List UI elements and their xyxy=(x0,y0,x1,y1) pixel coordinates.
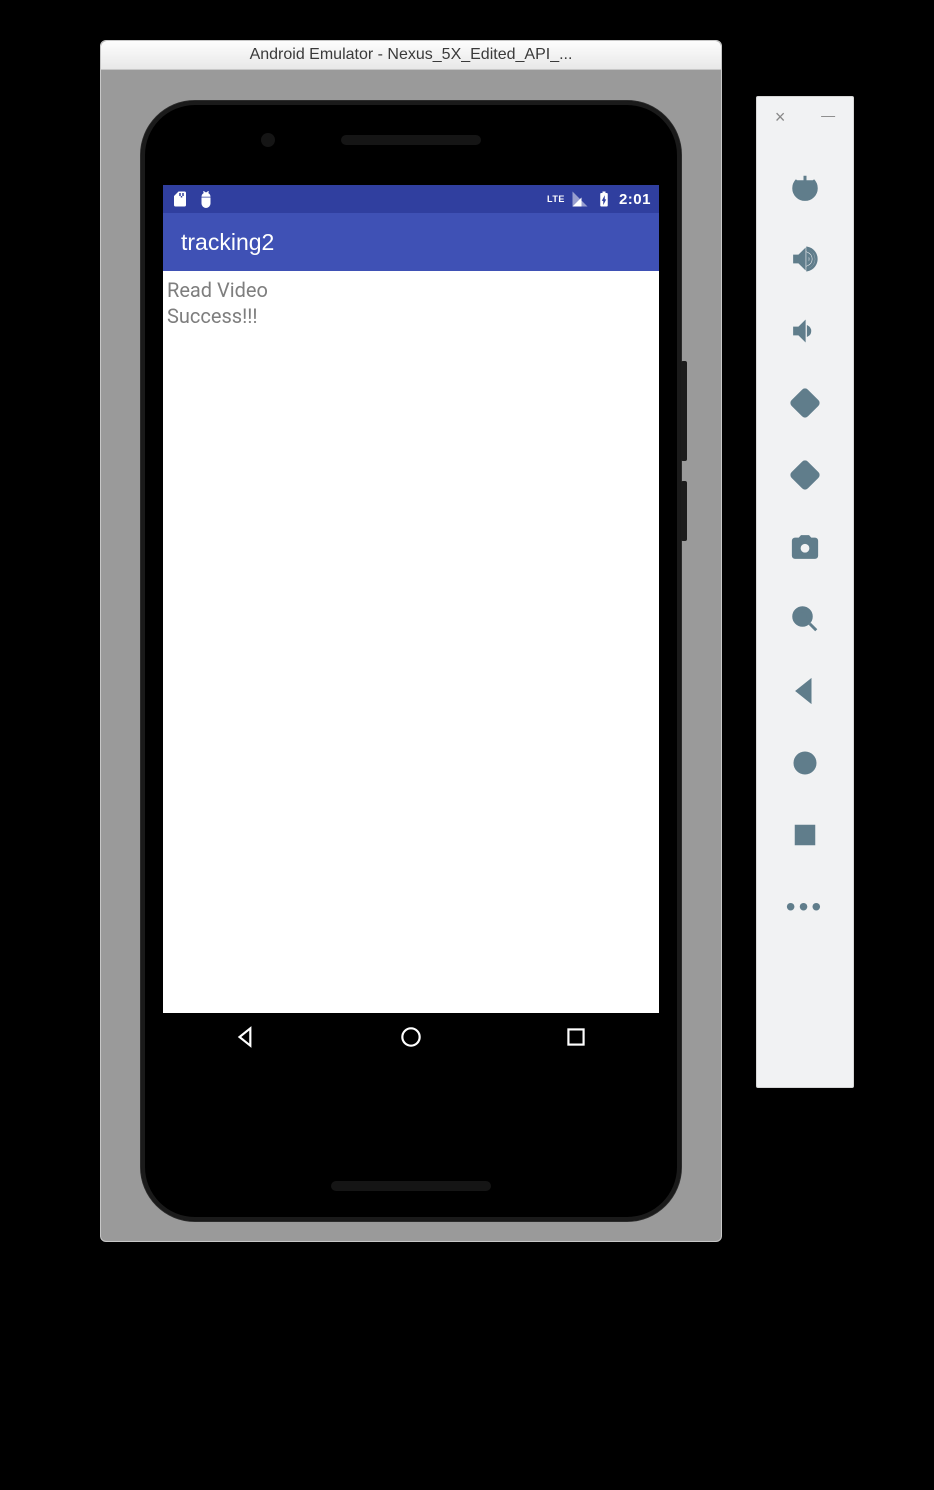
toolbar-overview-button[interactable] xyxy=(786,816,824,854)
zoom-button[interactable] xyxy=(786,600,824,638)
nav-home-button[interactable] xyxy=(398,1024,424,1055)
battery-charging-icon xyxy=(595,190,613,208)
emulator-title: Android Emulator - Nexus_5X_Edited_API_.… xyxy=(250,46,573,64)
content-line: Read Video xyxy=(167,277,655,303)
device-earpiece xyxy=(341,135,481,145)
signal-icon xyxy=(571,190,589,208)
toolbar-more-button[interactable]: ••• xyxy=(786,888,824,926)
device-side-button xyxy=(681,361,687,461)
content-line: Success!!! xyxy=(167,303,655,329)
screenshot-button[interactable] xyxy=(786,528,824,566)
android-status-bar[interactable]: LTE 2:01 xyxy=(163,185,659,213)
volume-down-button[interactable] xyxy=(786,312,824,350)
sd-card-icon xyxy=(171,190,189,208)
debug-icon xyxy=(197,190,215,208)
nav-overview-button[interactable] xyxy=(563,1024,589,1055)
rotate-left-button[interactable] xyxy=(786,384,824,422)
emulator-toolbar: × — ••• xyxy=(756,96,854,1088)
emulator-titlebar[interactable]: Android Emulator - Nexus_5X_Edited_API_.… xyxy=(101,41,721,70)
device-screen: LTE 2:01 tracking2 Read Video Success!!! xyxy=(163,185,659,1065)
app-content: Read Video Success!!! xyxy=(163,271,659,335)
app-title: tracking2 xyxy=(181,229,274,256)
lte-label: LTE xyxy=(547,190,565,208)
app-bar: tracking2 xyxy=(163,213,659,271)
device-speaker xyxy=(331,1181,491,1191)
toolbar-home-button[interactable] xyxy=(786,744,824,782)
toolbar-back-button[interactable] xyxy=(786,672,824,710)
device-side-button xyxy=(681,481,687,541)
clock-text: 2:01 xyxy=(619,191,651,208)
device-frame: LTE 2:01 tracking2 Read Video Success!!! xyxy=(141,101,681,1221)
power-button[interactable] xyxy=(786,168,824,206)
rotate-right-button[interactable] xyxy=(786,456,824,494)
volume-up-button[interactable] xyxy=(786,240,824,278)
more-icon: ••• xyxy=(786,893,824,921)
emulator-window: Android Emulator - Nexus_5X_Edited_API_.… xyxy=(100,40,722,1242)
device-camera xyxy=(261,133,275,147)
nav-back-button[interactable] xyxy=(233,1024,259,1055)
toolbar-close-button[interactable]: × xyxy=(775,107,786,128)
toolbar-minimize-button[interactable]: — xyxy=(821,107,835,128)
android-nav-bar xyxy=(163,1013,659,1065)
